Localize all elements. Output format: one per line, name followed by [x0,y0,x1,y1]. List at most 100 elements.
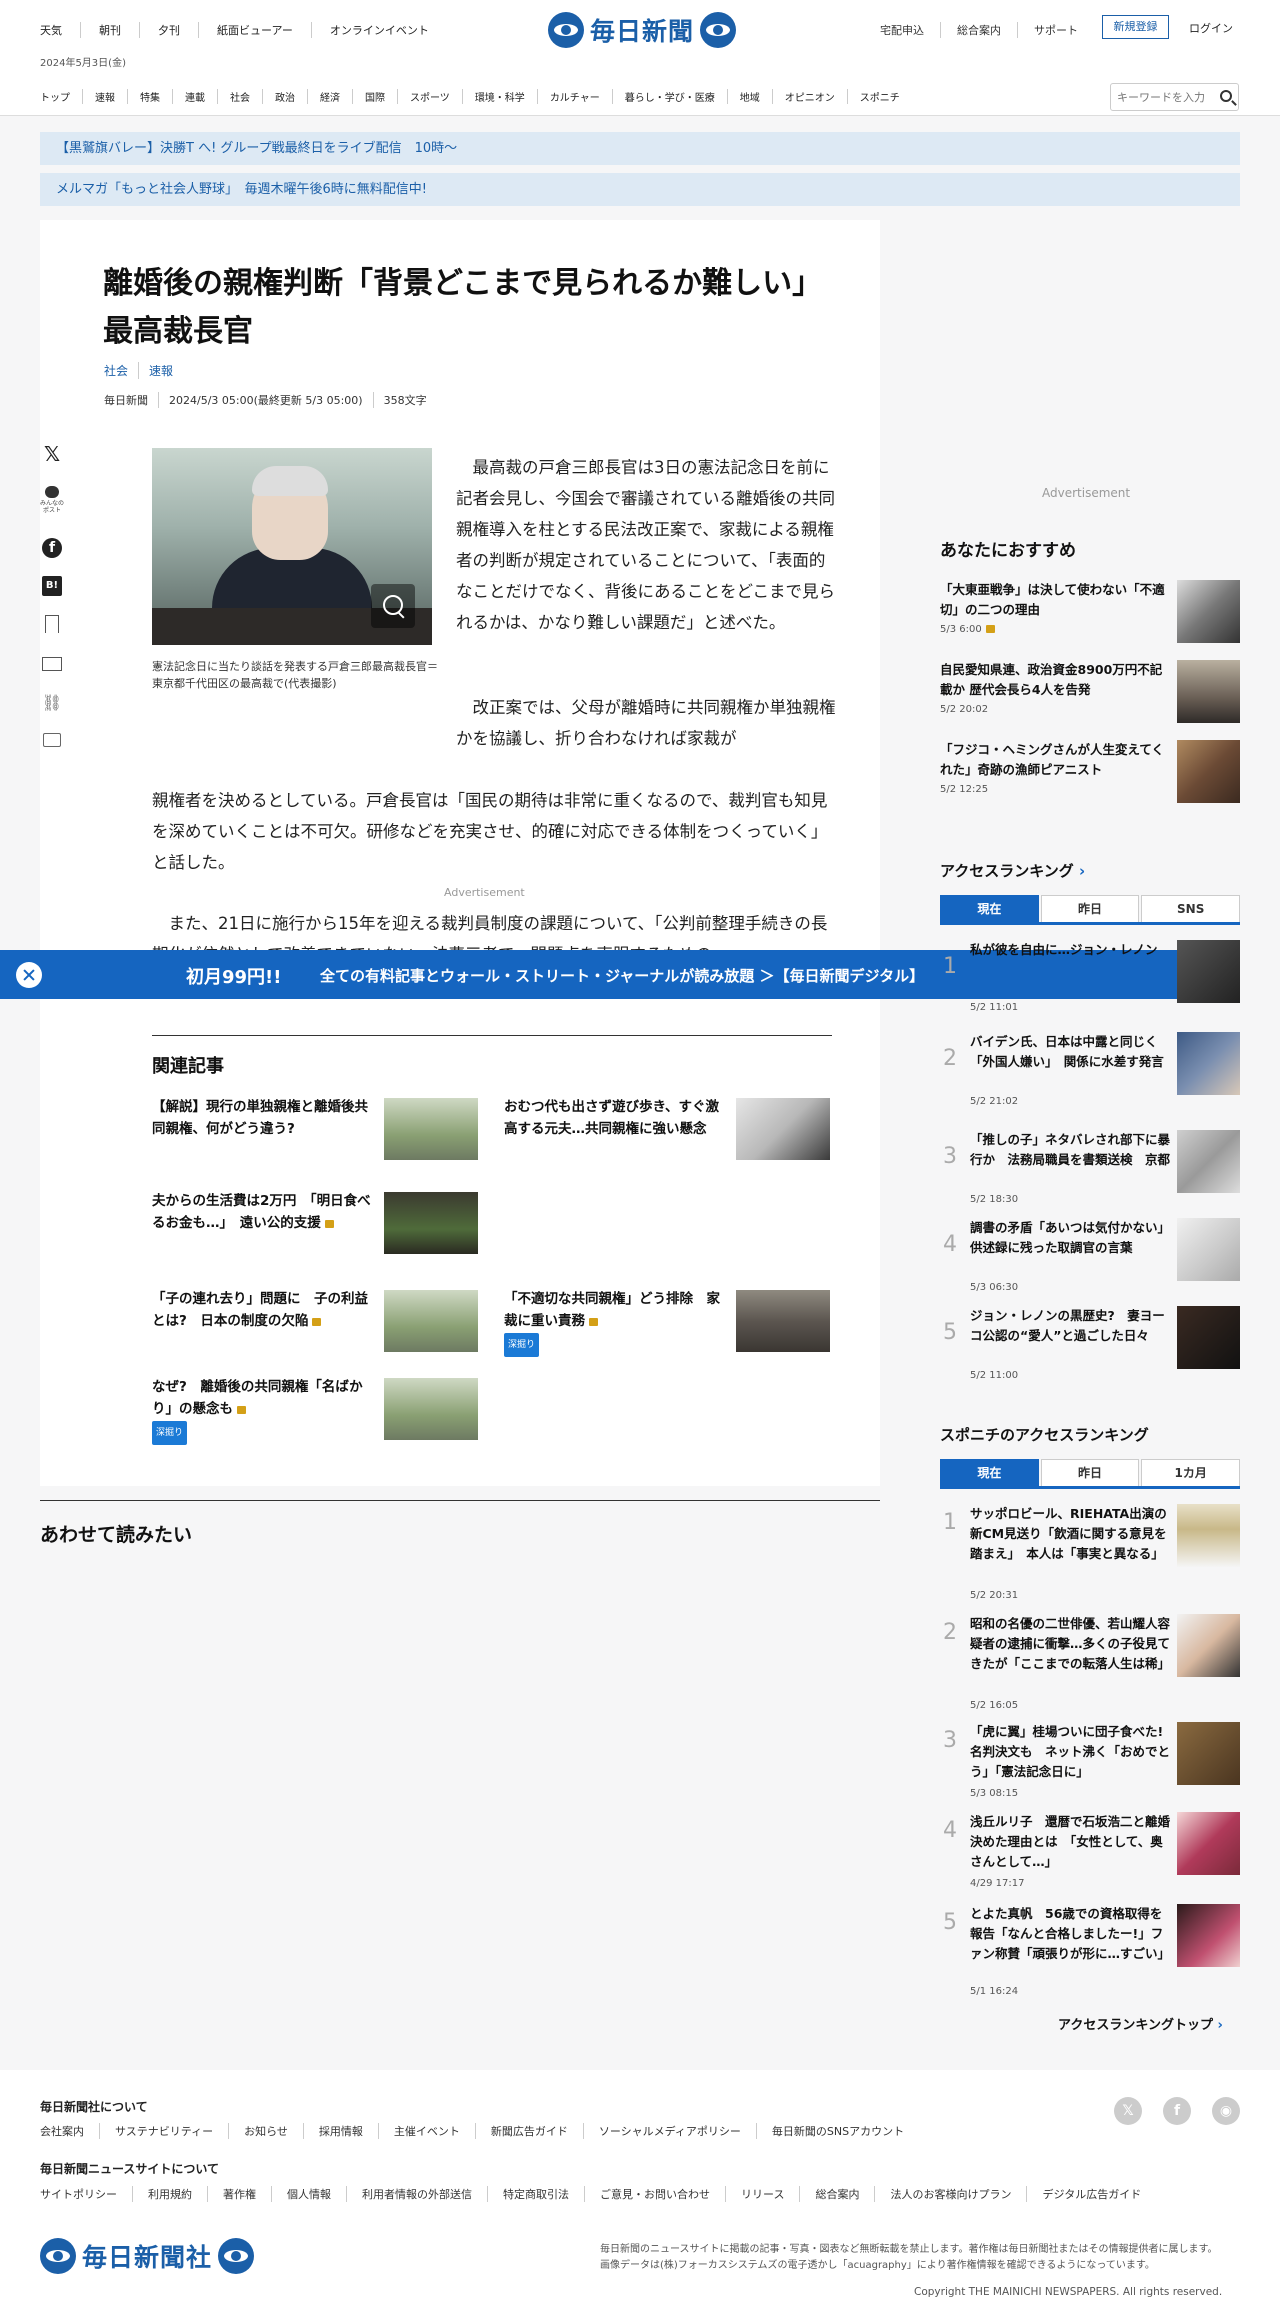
sponichi-item[interactable]: 4 浅丘ルリ子 還暦で石坂浩二と離婚決めた理由とは 「女性として、奥さんとして…… [940,1812,1240,1892]
footer-link[interactable]: 個人情報 [271,2186,346,2202]
login-link[interactable]: ログイン [1189,20,1233,36]
lock-icon [312,1318,322,1326]
announcement-banner[interactable]: 【黒鷲旗バレー】決勝T へ! グループ戦最終日をライブ配信 10時～ [40,132,1240,165]
nav-item[interactable]: スポーツ [397,89,462,104]
mail-icon[interactable] [40,652,64,676]
recommend-item[interactable]: 「フジコ・ヘミングさんが人生変えてくれた」奇跡の漁師ピアニスト 5/2 12:2… [940,740,1240,808]
chevron-right-icon: › [1217,2018,1223,2033]
x-share-icon[interactable]: 𝕏 [40,442,64,466]
nav-item[interactable]: オピニオン [771,89,847,104]
footer-link[interactable]: 毎日新聞のSNSアカウント [755,2123,919,2139]
related-article[interactable]: なぜ? 離婚後の共同親権「名ばかり」の懸念も 深掘り [152,1376,478,1446]
tab-now[interactable]: 現在 [940,895,1039,922]
nav-item[interactable]: 特集 [127,89,172,104]
related-article[interactable]: 「不適切な共同親権」どう排除 家裁に重い責務 深掘り [504,1288,830,1358]
promo-text[interactable]: 全ての有料記事とウォール・ストリート・ジャーナルが読み放題 ＞【毎日新聞デジタル… [320,965,924,986]
tab-month[interactable]: 1カ月 [1141,1459,1241,1486]
rss-icon[interactable]: ◉ [1212,2097,1240,2125]
sponichi-item[interactable]: 5 とよた真帆 56歳での資格取得を報告「なんと合格しましたー!」ファン称賛「頑… [940,1904,1240,2004]
ranking-thumbnail [1177,1306,1240,1369]
related-article[interactable]: 夫からの生活費は2万円 「明日食べるお金も…」 遠い公的支援 [152,1190,478,1260]
nav-item[interactable]: 暮らし・学び・医療 [611,89,727,104]
nav-item[interactable]: 連載 [172,89,217,104]
nav-item[interactable]: 政治 [262,89,307,104]
x-icon[interactable]: 𝕏 [1114,2097,1142,2125]
top-link-viewer[interactable]: 紙面ビューアー [198,22,311,38]
footer-link[interactable]: 利用者情報の外部送信 [346,2186,487,2202]
footer-link[interactable]: 主催イベント [377,2123,475,2139]
site-logo[interactable]: 毎日新聞 [548,12,737,48]
sponichi-item[interactable]: 2 昭和の名優の二世俳優、若山耀人容疑者の逮捕に衝撃…多くの子役見てきたが「ここ… [940,1614,1240,1714]
announcement-banner[interactable]: メルマガ「もっと社会人野球」 毎週木曜午後6時に無料配信中! [40,173,1240,206]
category-link[interactable]: 社会 [104,362,138,379]
recommend-item[interactable]: 自民愛知県連、政治資金8900万円不記載か 歴代会長ら4人を告発 5/2 20:… [940,660,1240,728]
tab-sns[interactable]: SNS [1141,895,1241,922]
print-icon[interactable] [40,728,64,752]
footer-link[interactable]: サステナビリティー [99,2123,228,2139]
footer-about-links: 会社案内 サステナビリティー お知らせ 採用情報 主催イベント 新聞広告ガイド … [40,2123,919,2139]
related-article[interactable]: 【解説】現行の単独親権と離婚後共同親権、何がどう違う? [152,1096,478,1166]
nav-item[interactable]: 経済 [307,89,352,104]
top-link-evening[interactable]: 夕刊 [139,22,198,38]
nav-item[interactable]: 速報 [82,89,127,104]
footer-logo[interactable]: 毎日新聞社 [40,2238,255,2274]
recommend-item[interactable]: 「大東亜戦争」は決して使わない「不適切」の二つの理由 5/3 6:00 [940,580,1240,648]
tab-now[interactable]: 現在 [940,1459,1039,1486]
footer-link[interactable]: 利用規約 [132,2186,207,2202]
tab-yesterday[interactable]: 昨日 [1040,1459,1140,1486]
bookmark-icon[interactable] [40,612,64,636]
footer-link[interactable]: お知らせ [228,2123,303,2139]
footer-link[interactable]: ソーシャルメディアポリシー [582,2123,756,2139]
ranking-top-link[interactable]: アクセスランキングトップ › [1058,2014,1223,2033]
search-icon[interactable] [1220,90,1232,102]
nav-item[interactable]: 国際 [352,89,397,104]
deep-dive-tag: 深掘り [152,1421,188,1445]
ranking-item[interactable]: 2 バイデン氏、日本は中露と同じく「外国人嫌い」 関係に水差す発言 5/2 21… [940,1032,1240,1110]
footer-link[interactable]: 会社案内 [40,2123,99,2139]
ranking-heading[interactable]: アクセスランキング › [940,860,1085,881]
footer-link[interactable]: サイトポリシー [40,2186,132,2202]
top-link-events[interactable]: オンラインイベント [310,22,447,38]
footer-link[interactable]: 特定商取引法 [487,2186,584,2202]
nav-item[interactable]: スポニチ [846,89,912,104]
nav-item[interactable]: 環境・科学 [461,89,537,104]
related-article[interactable]: 「子の連れ去り」問題に 子の利益とは? 日本の制度の欠陥 [152,1288,478,1358]
footer-link[interactable]: 新聞広告ガイド [474,2123,583,2139]
category-link[interactable]: 速報 [138,362,183,379]
sponichi-item[interactable]: 3 「虎に翼」桂場ついに団子食べた!名判決文も ネット沸く「おめでとう」「憲法記… [940,1722,1240,1802]
sponichi-item[interactable]: 1 サッポロビール、RIEHATA出演の新CM見送り「飲酒に関する意見を踏まえ」… [940,1504,1240,1604]
delivery-link[interactable]: 宅配申込 [864,22,940,38]
nav-item[interactable]: トップ [40,89,82,104]
footer-link[interactable]: 著作権 [207,2186,271,2202]
facebook-icon[interactable]: f [1163,2097,1191,2125]
tab-yesterday[interactable]: 昨日 [1040,895,1140,922]
top-link-morning[interactable]: 朝刊 [80,22,139,38]
nav-item[interactable]: カルチャー [536,89,612,104]
footer-link[interactable]: 法人のお客様向けプラン [874,2186,1026,2202]
search-input[interactable] [1111,84,1211,110]
register-button[interactable]: 新規登録 [1102,15,1169,39]
link-icon[interactable]: ⛓ [40,690,64,714]
zoom-icon[interactable] [371,584,415,628]
footer-link[interactable]: デジタル広告ガイド [1026,2186,1156,2202]
top-link-weather[interactable]: 天気 [40,22,80,38]
facebook-icon[interactable]: f [40,536,64,560]
footer-link[interactable]: リリース [725,2186,799,2202]
close-icon[interactable] [16,962,42,988]
ranking-item[interactable]: 4 調書の矛盾「あいつは気付かない」 供述録に残った取調官の言葉 5/3 06:… [940,1218,1240,1296]
footer-link[interactable]: ご意見・お問い合わせ [584,2186,725,2202]
guide-link[interactable]: 総合案内 [940,22,1017,38]
ranking-item[interactable]: 1 私が彼を自由に…ジョン・レノン 5/2 11:01 [940,940,1240,1013]
footer-link[interactable]: 採用情報 [302,2123,378,2139]
related-article[interactable]: おむつ代も出さず遊び歩き、すぐ激高する元夫…共同親権に強い懸念 [504,1096,830,1166]
article-photo[interactable] [152,448,432,645]
support-link[interactable]: サポート [1017,22,1094,38]
sponichi-tabs: 現在 昨日 1カ月 [940,1459,1241,1489]
ranking-item[interactable]: 5 ジョン・レノンの黒歴史? 妻ヨーコ公認の“愛人”と過ごした日々 5/2 11… [940,1306,1240,1384]
nav-item[interactable]: 社会 [217,89,262,104]
hatena-bookmark-icon[interactable]: B! [40,574,64,598]
post-share-icon[interactable]: みんなの ポスト [40,480,64,520]
footer-link[interactable]: 総合案内 [799,2186,874,2202]
nav-item[interactable]: 地域 [726,89,772,104]
ranking-item[interactable]: 3 「推しの子」ネタバレされ部下に暴行か 法務局職員を書類送検 京都 5/2 1… [940,1130,1240,1208]
